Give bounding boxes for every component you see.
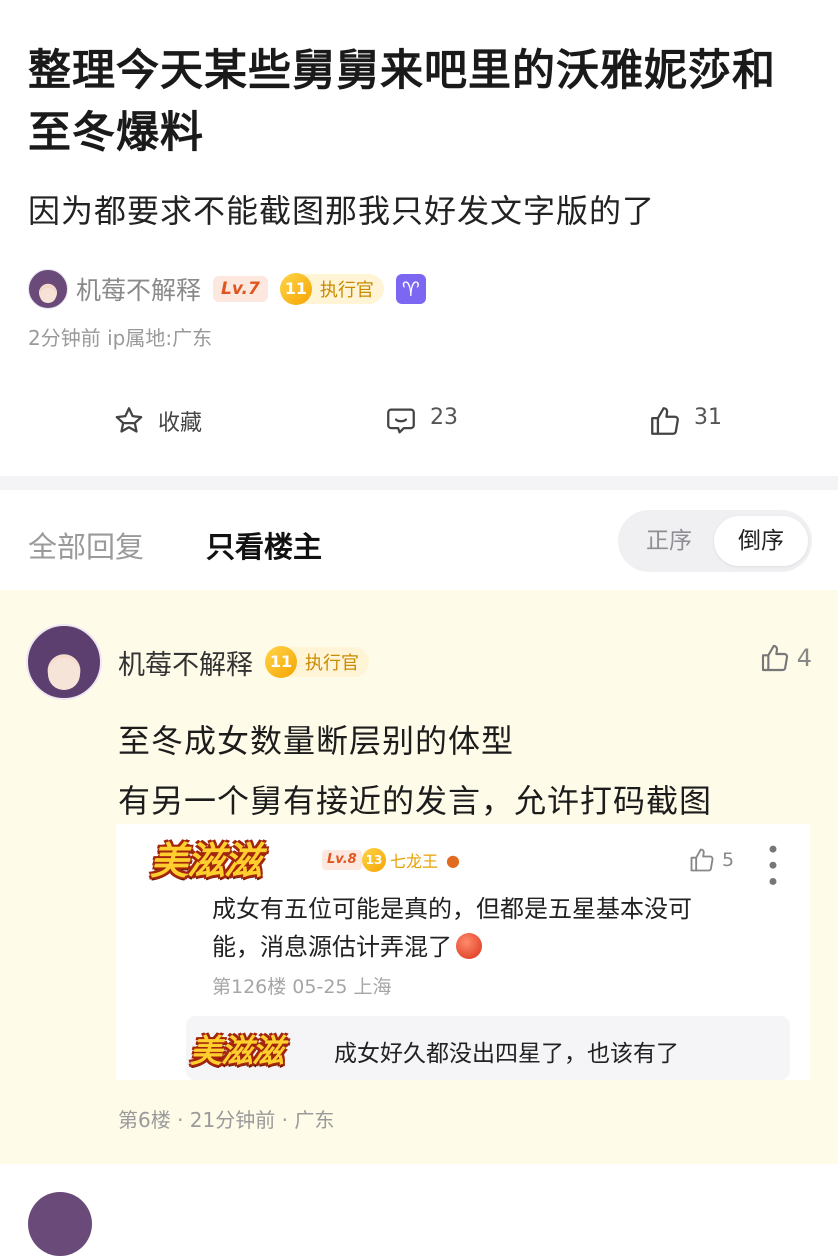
- favorite-button[interactable]: 收藏: [112, 396, 202, 446]
- reply-author-name[interactable]: 机莓不解释: [118, 643, 253, 682]
- post-header: 整理今天某些舅舅来吧里的沃雅妮莎和至冬爆料 因为都要求不能截图那我只好发文字版的…: [0, 0, 838, 476]
- quote-meta: 第126楼 05-25 上海: [212, 976, 392, 998]
- quote-sub-reply-text: 成女好久都没出四星了，也该有了: [334, 1041, 679, 1067]
- author-row[interactable]: 机莓不解释 Lv.7 11 执行官 ♈: [28, 266, 426, 312]
- reply-like-button[interactable]: 4: [759, 642, 812, 674]
- favorite-label: 收藏: [158, 411, 203, 436]
- meizi-sticker: 美滋滋: [190, 1032, 284, 1070]
- avatar[interactable]: [28, 1192, 92, 1256]
- aries-zodiac-icon[interactable]: ♈: [395, 274, 426, 304]
- quote-text-line: 成女有五位可能是真的，但都是五星基本没可: [212, 895, 692, 923]
- rank-label: 执行官: [305, 653, 359, 674]
- tab-op-only[interactable]: 只看楼主: [206, 524, 322, 566]
- author-name[interactable]: 机莓不解释: [76, 271, 201, 307]
- section-divider: [0, 476, 838, 490]
- rank-number: 11: [265, 646, 297, 678]
- quote-text-line: 能，消息源估计弄混了: [212, 928, 772, 966]
- action-bar: 收藏 23 31: [0, 396, 838, 446]
- meizi-sticker: 美滋滋: [150, 839, 262, 883]
- quoted-screenshot: 美滋滋 Lv.8 13 七龙王 ● 5 ••• 成女有五位可能是真的，但都是五星…: [116, 824, 810, 1080]
- avatar[interactable]: [26, 624, 102, 700]
- rank-badge[interactable]: 11 执行官: [265, 646, 369, 678]
- angry-emoji-icon: [456, 933, 482, 959]
- thumbs-up-icon: [690, 848, 714, 872]
- like-count: 31: [694, 404, 722, 430]
- reply-author-row: 机莓不解释 11 执行官: [118, 643, 369, 682]
- level-badge: Lv.7: [213, 276, 268, 302]
- comment-icon: [387, 408, 415, 434]
- reply-meta: 第6楼 · 21分钟前 · 广东: [118, 1108, 335, 1132]
- rank-badge: 13 七龙王 ●: [362, 847, 460, 873]
- quote-like: 5: [688, 846, 734, 874]
- more-icon: •••: [758, 842, 786, 891]
- star-icon: [115, 407, 143, 433]
- rank-label: 七龙王: [390, 852, 439, 871]
- post-title: 整理今天某些舅舅来吧里的沃雅妮莎和至冬爆料: [28, 46, 776, 158]
- level-badge: Lv.8: [322, 850, 362, 870]
- post-meta: 2分钟前 ip属地:广东: [28, 326, 213, 350]
- rank-number: 11: [279, 273, 312, 305]
- quote-like-count: 5: [722, 849, 735, 871]
- post-subtitle: 因为都要求不能截图那我只好发文字版的了: [28, 192, 656, 230]
- reply-text-line: 有另一个舅有接近的发言，允许打码截图: [118, 782, 713, 820]
- comment-count: 23: [430, 404, 458, 430]
- crab-icon: ●: [446, 850, 460, 870]
- reply-like-count: 4: [796, 644, 812, 672]
- tab-all-replies[interactable]: 全部回复: [28, 524, 144, 566]
- reply-card: 机莓不解释 11 执行官 4 至冬成女数量断层别的体型 有另一个舅有接近的发言，…: [0, 590, 838, 1164]
- reply-filter-bar: 全部回复 只看楼主 正序 倒序: [0, 490, 838, 590]
- quote-sub-reply: 美滋滋 成女好久都没出四星了，也该有了: [186, 1016, 790, 1080]
- avatar[interactable]: [28, 269, 68, 309]
- quote-text: 能，消息源估计弄混了: [212, 933, 452, 961]
- rank-badge[interactable]: 11 执行官: [279, 273, 384, 305]
- reply-text-line: 至冬成女数量断层别的体型: [118, 722, 515, 760]
- sort-ascending[interactable]: 正序: [622, 516, 716, 566]
- like-button[interactable]: 31: [648, 396, 722, 446]
- sort-toggle[interactable]: 正序 倒序: [618, 510, 812, 572]
- thumbs-up-icon: [651, 407, 679, 435]
- sort-descending[interactable]: 倒序: [714, 516, 808, 566]
- thumbs-up-icon: [761, 644, 788, 672]
- rank-label: 执行官: [319, 280, 374, 301]
- rank-number: 13: [362, 848, 386, 872]
- comment-button[interactable]: 23: [384, 396, 458, 446]
